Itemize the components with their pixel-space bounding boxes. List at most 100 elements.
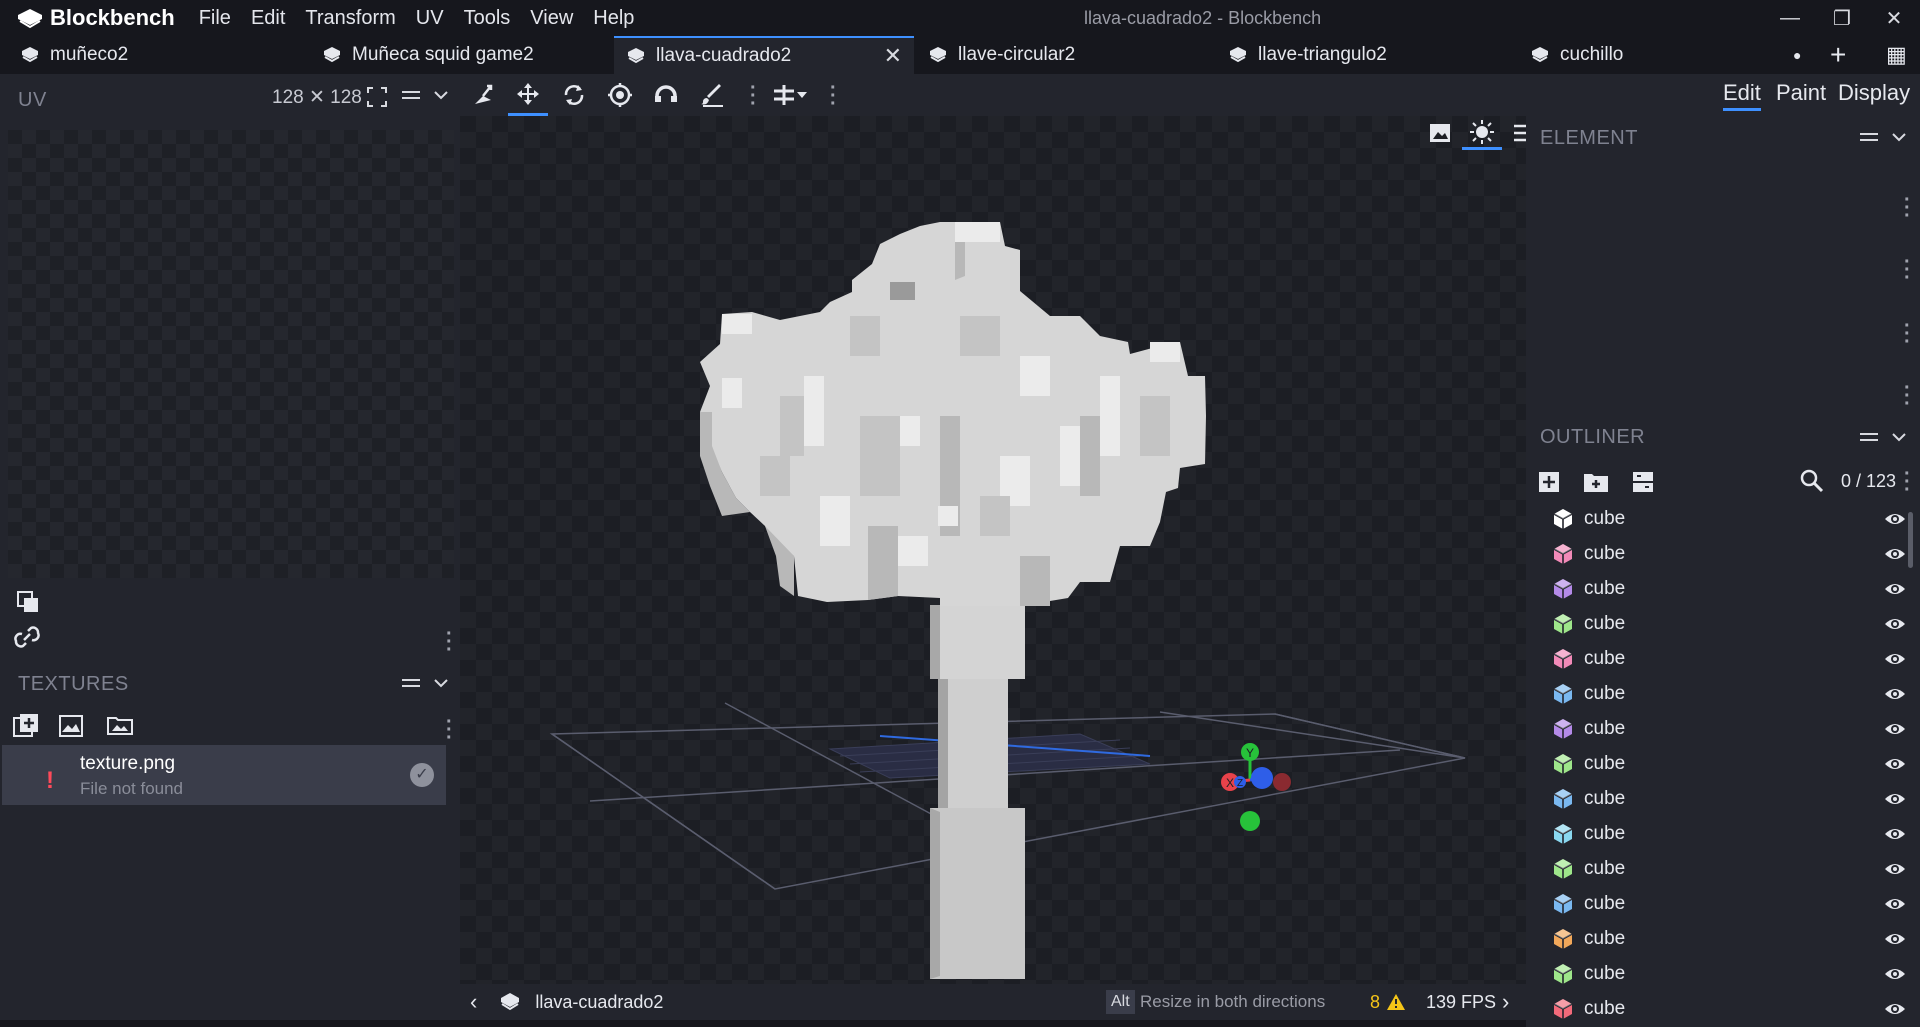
- visibility-eye-icon[interactable]: [1884, 686, 1906, 702]
- visibility-eye-icon[interactable]: [1884, 861, 1906, 877]
- rotate-tool-icon[interactable]: [554, 74, 594, 116]
- outliner-scrollbar[interactable]: [1908, 512, 1913, 568]
- tab-muneca-squid-game2[interactable]: Muñeca squid game2: [322, 36, 612, 74]
- link-icon[interactable]: [12, 624, 42, 655]
- visibility-eye-icon[interactable]: [1884, 756, 1906, 772]
- visibility-eye-icon[interactable]: [1884, 511, 1906, 527]
- visibility-eye-icon[interactable]: [1884, 896, 1906, 912]
- panel-menu-icon[interactable]: [1858, 126, 1880, 154]
- more-vertical-icon[interactable]: · · ·: [446, 624, 453, 660]
- visibility-eye-icon[interactable]: [1884, 1001, 1906, 1017]
- panel-menu-icon[interactable]: [400, 672, 422, 700]
- more-vertical-icon[interactable]: · · ·: [1904, 316, 1911, 352]
- check-icon[interactable]: ✓: [410, 763, 434, 787]
- visibility-eye-icon[interactable]: [1884, 931, 1906, 947]
- cube-icon: [1553, 998, 1573, 1019]
- tab-llave-triangulo2[interactable]: llave-triangulo2: [1228, 36, 1528, 74]
- tab-llave-circular2[interactable]: llave-circular2: [928, 36, 1228, 74]
- copy-icon[interactable]: [14, 588, 42, 621]
- outliner-item[interactable]: cube: [1526, 711, 1906, 746]
- outliner-item[interactable]: cube: [1526, 781, 1906, 816]
- more-vertical-icon[interactable]: · · ·: [1904, 464, 1911, 500]
- add-group-icon[interactable]: [1583, 471, 1609, 498]
- outliner-item[interactable]: cube: [1526, 571, 1906, 606]
- tab-bar: muñeco2 Muñeca squid game2 llava-cuadrad…: [0, 36, 1920, 74]
- close-window-button[interactable]: ✕: [1869, 0, 1919, 36]
- brush-tool-icon[interactable]: [692, 74, 732, 116]
- visibility-eye-icon[interactable]: [1884, 721, 1906, 737]
- outliner-item[interactable]: cube: [1526, 676, 1906, 711]
- visibility-eye-icon[interactable]: [1884, 791, 1906, 807]
- visibility-eye-icon[interactable]: [1884, 966, 1906, 982]
- outliner-item[interactable]: cube: [1526, 746, 1906, 781]
- add-cube-icon[interactable]: [1538, 471, 1560, 498]
- chevron-down-icon[interactable]: [432, 674, 450, 698]
- visibility-eye-icon[interactable]: [1884, 651, 1906, 667]
- menu-transform[interactable]: Transform: [295, 0, 405, 36]
- chevron-down-icon[interactable]: [432, 86, 450, 110]
- fullscreen-icon[interactable]: [366, 86, 388, 114]
- search-icon[interactable]: [1800, 469, 1824, 498]
- vertex-snap-icon[interactable]: [646, 74, 686, 116]
- panel-menu-icon[interactable]: [400, 84, 422, 112]
- outliner-item[interactable]: cube: [1526, 956, 1906, 991]
- chevron-left-icon[interactable]: ‹: [470, 989, 477, 1015]
- menu-help[interactable]: Help: [583, 0, 644, 36]
- visibility-eye-icon[interactable]: [1884, 546, 1906, 562]
- visibility-eye-icon[interactable]: [1884, 826, 1906, 842]
- chevron-right-icon[interactable]: ›: [1502, 989, 1509, 1015]
- caret-down-icon[interactable]: [790, 74, 814, 116]
- 3d-viewport[interactable]: X Y Z: [460, 116, 1526, 984]
- outliner-item[interactable]: cube: [1526, 816, 1906, 851]
- menu-view[interactable]: View: [520, 0, 583, 36]
- outliner-item-label: cube: [1584, 507, 1626, 529]
- visibility-eye-icon[interactable]: [1884, 616, 1906, 632]
- move-tool-icon[interactable]: [508, 74, 548, 116]
- menu-tools[interactable]: Tools: [454, 0, 521, 36]
- import-texture-icon[interactable]: [58, 712, 84, 743]
- menu-edit[interactable]: Edit: [241, 0, 295, 36]
- menu-uv[interactable]: UV: [406, 0, 454, 36]
- tab-llava-cuadrado2[interactable]: llava-cuadrado2 ✕: [614, 36, 914, 74]
- outliner-item[interactable]: cube: [1526, 641, 1906, 676]
- visibility-eye-icon[interactable]: [1884, 581, 1906, 597]
- pivot-point-icon[interactable]: [600, 74, 640, 116]
- outliner-item[interactable]: cube: [1526, 606, 1906, 641]
- outliner-item[interactable]: cube: [1526, 851, 1906, 886]
- texture-status: File not found: [80, 779, 184, 798]
- chevron-down-icon[interactable]: [1890, 428, 1908, 452]
- uv-size[interactable]: 128 ✕ 128: [272, 86, 362, 109]
- outliner-item[interactable]: cube: [1526, 501, 1906, 536]
- outliner-item[interactable]: cube: [1526, 886, 1906, 921]
- start-screen-icon[interactable]: ▦: [1886, 36, 1907, 74]
- more-vertical-icon[interactable]: · · ·: [1904, 190, 1911, 226]
- mode-display[interactable]: Display: [1838, 80, 1910, 106]
- mode-edit[interactable]: Edit: [1723, 80, 1761, 111]
- texture-folder-icon[interactable]: [106, 712, 134, 743]
- texture-item[interactable]: ! texture.png File not found ✓: [2, 745, 446, 805]
- chevron-down-icon[interactable]: [1890, 128, 1908, 152]
- outliner-count: 0 / 123: [1841, 471, 1897, 491]
- panel-menu-icon[interactable]: [1858, 426, 1880, 454]
- collapse-all-icon[interactable]: [1632, 471, 1654, 498]
- outliner-item[interactable]: cube: [1526, 991, 1906, 1026]
- minimize-button[interactable]: —: [1765, 0, 1815, 36]
- element-panel-title: ELEMENT: [1540, 126, 1638, 149]
- new-tab-button[interactable]: +: [1830, 36, 1846, 74]
- tab-cuchillo[interactable]: cuchillo: [1530, 36, 1730, 74]
- more-vertical-icon[interactable]: · · ·: [1904, 252, 1911, 288]
- more-vertical-icon[interactable]: · · ·: [446, 712, 453, 748]
- more-vertical-icon[interactable]: · · ·: [1904, 378, 1911, 414]
- tab-muneco2[interactable]: muñeco2: [20, 36, 320, 74]
- restore-button[interactable]: ❐: [1817, 0, 1867, 36]
- warning-icon[interactable]: [1386, 993, 1406, 1011]
- pivot-tool-icon[interactable]: [464, 74, 504, 116]
- close-tab-icon[interactable]: ✕: [884, 43, 902, 69]
- warning-count[interactable]: 8: [1370, 992, 1380, 1013]
- mode-paint[interactable]: Paint: [1776, 80, 1826, 106]
- uv-editor-canvas[interactable]: [8, 130, 454, 578]
- outliner-item[interactable]: cube: [1526, 921, 1906, 956]
- add-texture-icon[interactable]: [12, 712, 40, 743]
- outliner-item[interactable]: cube: [1526, 536, 1906, 571]
- menu-file[interactable]: File: [189, 0, 241, 36]
